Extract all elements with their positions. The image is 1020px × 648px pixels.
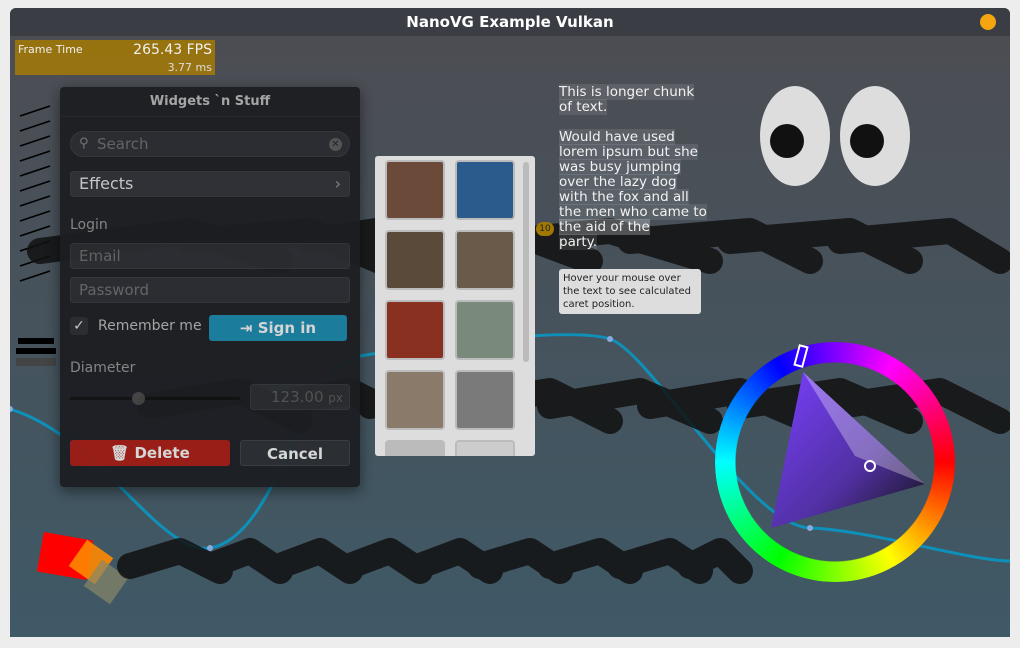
remember-label: Remember me (98, 318, 202, 334)
sign-in-label: Sign in (257, 319, 317, 337)
line-number-badge: 10 (536, 222, 554, 236)
line-caps (16, 338, 56, 366)
thumbnail[interactable] (455, 370, 515, 430)
search-icon: ⚲ (79, 136, 89, 151)
scrollbar[interactable] (523, 162, 529, 362)
thumbnail[interactable] (385, 370, 445, 430)
close-button[interactable] (980, 14, 996, 30)
perf-label: Frame Time (18, 43, 83, 56)
delete-button[interactable]: 🗑 Delete (70, 440, 230, 466)
slider-handle[interactable] (132, 392, 145, 405)
text-line: of text. (559, 99, 608, 115)
cancel-label: Cancel (266, 445, 323, 463)
dropdown-label: Effects (79, 174, 134, 193)
diameter-slider[interactable] (70, 397, 240, 400)
app-window: NanoVG Example Vulkan Frame Time 265.43 … (10, 8, 1010, 637)
email-field[interactable]: Email (70, 243, 350, 269)
email-placeholder: Email (79, 247, 121, 265)
thumbnail[interactable] (455, 440, 515, 456)
title-bar: NanoVG Example Vulkan (10, 8, 1010, 36)
widgets-panel: Widgets `n Stuff ⚲ Search ✕ Effects › Lo… (60, 87, 360, 487)
text-line-hovered: the aid of the (559, 219, 650, 235)
thumbnail[interactable] (455, 230, 515, 290)
window-title: NanoVG Example Vulkan (406, 13, 614, 31)
password-placeholder: Password (79, 281, 150, 299)
text-line: was busy jumping (559, 159, 681, 175)
thumbnail[interactable] (455, 160, 515, 220)
text-paragraph: This is longer chunk of text. Would have … (559, 84, 709, 250)
password-field[interactable]: Password (70, 277, 350, 303)
fps-value: 265.43 FPS (133, 42, 212, 58)
diameter-value: 123.00 (271, 388, 324, 406)
paragraph-2: Would have used lorem ipsum but she was … (559, 129, 709, 250)
text-line: over the lazy dog (559, 174, 677, 190)
text-line: party. (559, 234, 598, 250)
diameter-input[interactable]: 123.00 px (250, 384, 350, 410)
thumbnail[interactable] (455, 300, 515, 360)
blendish-squares (36, 531, 129, 605)
text-line: This is longer chunk (559, 84, 695, 100)
color-wheel[interactable] (715, 342, 955, 582)
perf-graph: Frame Time 265.43 FPS 3.77 ms (15, 40, 215, 75)
thumbnail[interactable] (385, 440, 445, 456)
trash-icon: 🗑 (110, 444, 135, 462)
ms-value: 3.77 ms (167, 61, 212, 74)
sign-in-button[interactable]: ⇥ Sign in (209, 315, 347, 341)
cancel-button[interactable]: Cancel (240, 440, 350, 466)
diameter-unit: px (328, 391, 343, 405)
thumbnail[interactable] (385, 230, 445, 290)
text-line: lorem ipsum but she (559, 144, 698, 160)
effects-dropdown[interactable]: Effects › (70, 171, 350, 197)
eyes (760, 86, 910, 186)
diameter-label: Diameter (70, 360, 136, 376)
search-input[interactable]: ⚲ Search ✕ (70, 131, 350, 157)
check-icon: ✓ (73, 318, 85, 334)
clear-icon[interactable]: ✕ (329, 138, 342, 151)
search-placeholder: Search (97, 135, 149, 153)
panel-title: Widgets `n Stuff (60, 87, 360, 117)
delete-label: Delete (134, 444, 190, 462)
thumbnail[interactable] (385, 160, 445, 220)
tooltip: Hover your mouse over the text to see ca… (559, 269, 701, 314)
text-line: the men who came to (559, 204, 707, 220)
text-line: Would have used (559, 129, 675, 145)
remember-checkbox[interactable]: ✓ (70, 317, 88, 335)
login-label: Login (70, 217, 108, 233)
login-icon: ⇥ (239, 319, 258, 337)
image-grid-popup[interactable] (375, 156, 535, 456)
paragraph-1: This is longer chunk of text. (559, 84, 709, 115)
text-line: with the fox and all (559, 189, 689, 205)
thumbnail[interactable] (385, 300, 445, 360)
chevron-right-icon: › (334, 174, 341, 193)
demo-canvas: Frame Time 265.43 FPS 3.77 ms Widgets `n… (10, 36, 1010, 637)
